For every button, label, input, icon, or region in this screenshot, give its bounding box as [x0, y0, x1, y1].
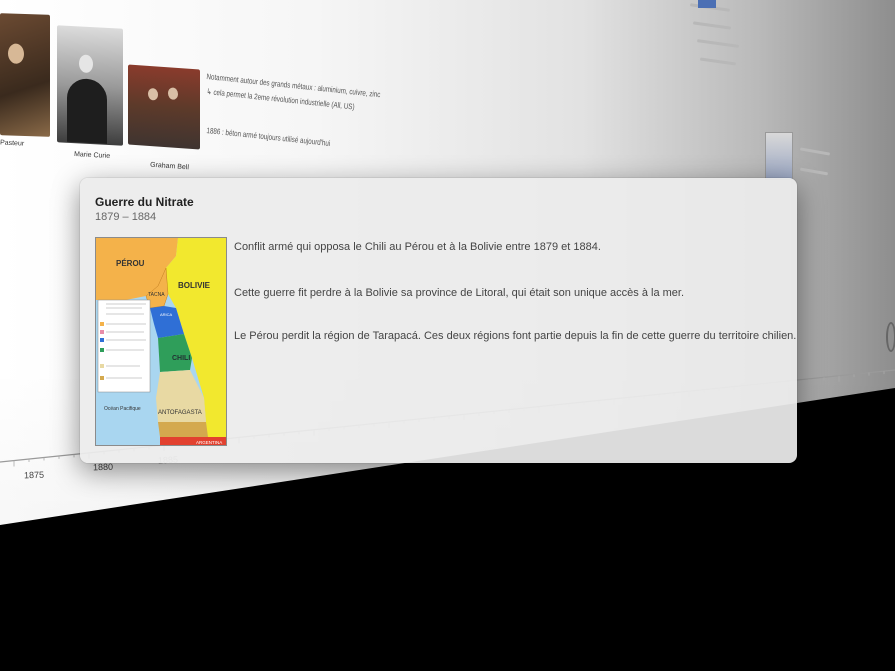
axis-year-1880: 1880 [92, 461, 114, 473]
map-drawing: PÉROU BOLIVIE TACNA ARICA CHILI ANTOFAGA… [96, 238, 226, 445]
legend-swatch-gold [100, 376, 104, 380]
event-paragraph-1: Conflit armé qui opposa le Chili au Péro… [234, 241, 601, 253]
event-paragraph-2: Cette guerre fit perdre à la Bolivie sa … [234, 287, 685, 299]
map-label-peru: PÉROU [116, 259, 145, 268]
legend-swatch-green [100, 348, 104, 352]
screen: Pasteur Marie Curie Graham Bell Notammen… [0, 0, 895, 671]
map-label-ocean: Océan Pacifique [104, 406, 141, 412]
event-paragraph-3: Le Pérou perdit la région de Tarapacá. C… [234, 330, 797, 342]
map-label-bolivia: BOLIVIE [178, 281, 211, 290]
map-label-antofagasta: ANTOFAGASTA [158, 410, 202, 416]
event-dates: 1879 – 1884 [95, 211, 157, 223]
map-label-tacna: TACNA [148, 292, 165, 298]
map-label-chile: CHILI [172, 355, 190, 362]
legend-swatch-pink [100, 330, 104, 334]
axis-year-1875: 1875 [23, 469, 45, 481]
map-atacama [158, 422, 208, 437]
map-label-argentina: ARGENTINA [196, 440, 222, 445]
war-map-image[interactable]: PÉROU BOLIVIE TACNA ARICA CHILI ANTOFAGA… [95, 237, 227, 446]
event-popover[interactable]: Guerre du Nitrate 1879 – 1884 PÉROU BOLI… [80, 178, 797, 463]
legend-swatch-orange [100, 322, 104, 326]
map-label-arica: ARICA [160, 312, 173, 317]
legend-swatch-blue [100, 338, 104, 342]
legend-swatch-pale [100, 364, 104, 368]
event-title: Guerre du Nitrate [95, 195, 194, 209]
